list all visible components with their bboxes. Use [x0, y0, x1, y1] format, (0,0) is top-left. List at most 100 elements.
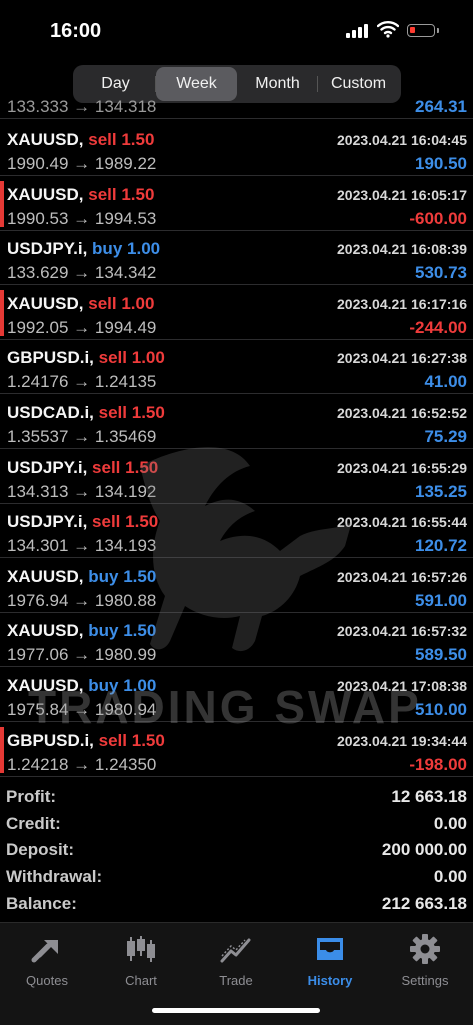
trade-profit: 75.29 — [424, 427, 467, 446]
arrow-right-icon: → — [68, 317, 95, 337]
trade-symbol: USDJPY.i, — [7, 457, 88, 477]
trade-prices: 1.24176 → 1.24135 — [7, 372, 156, 392]
trade-close-price: 134.342 — [94, 263, 157, 283]
table-row[interactable]: USDJPY.i, buy 1.00 133.629 → 134.342 2023.… — [0, 231, 473, 286]
trade-symbol-line: USDCAD.i, sell 1.50 — [7, 403, 165, 423]
loss-indicator-bar — [0, 726, 4, 773]
trade-prices: 1977.06 → 1980.99 — [7, 645, 156, 665]
trade-datetime: 2023.04.21 16:55:29 — [337, 459, 467, 476]
trade-symbol: USDJPY.i, — [7, 512, 88, 532]
table-row[interactable]: 133.333 → 134.318 264.31 — [0, 96, 473, 119]
trade-datetime: 2023.04.21 16:17:16 — [337, 295, 467, 312]
trade-side: sell — [92, 512, 121, 532]
table-row[interactable]: XAUUSD, sell 1.50 1990.53 → 1994.53 2023.0… — [0, 177, 473, 231]
trade-datetime: 2023.04.21 16:57:26 — [337, 568, 467, 585]
trade-profit: 510.00 — [415, 700, 467, 719]
trade-open-price: 134.301 — [7, 536, 69, 556]
summary-value: 12 663.18 — [391, 787, 467, 807]
table-row[interactable]: XAUUSD, buy 1.50 1976.94 → 1980.88 2023.04… — [0, 559, 473, 613]
trade-symbol-line: XAUUSD, sell 1.50 — [7, 185, 154, 205]
trade-volume: 1.00 — [127, 239, 161, 259]
trade-symbol: XAUUSD, — [7, 566, 84, 586]
table-row[interactable]: XAUUSD, buy 1.50 1977.06 → 1980.99 2023.04… — [0, 613, 473, 668]
trade-volume: 1.50 — [121, 184, 155, 204]
trade-symbol-line: USDJPY.i, buy 1.00 — [7, 239, 160, 259]
trade-close-price: 1.35469 — [94, 427, 157, 446]
trade-profit: 589.50 — [415, 645, 467, 665]
trade-datetime: 2023.04.21 16:27:38 — [337, 350, 467, 367]
trade-close-price: 1.24350 — [94, 754, 157, 774]
table-row[interactable]: GBPUSD.i, sell 1.00 1.24176 → 1.24135 2023… — [0, 340, 473, 395]
trade-profit: 190.50 — [415, 154, 467, 173]
trade-datetime: 2023.04.21 17:08:38 — [337, 678, 467, 694]
trade-open-price: 1977.06 — [7, 645, 69, 665]
gear-icon — [410, 934, 440, 964]
trade-side: sell — [88, 184, 117, 204]
trade-symbol-line: USDJPY.i, sell 1.50 — [7, 512, 158, 532]
tab-settings[interactable]: Settings — [378, 931, 472, 988]
trade-symbol: USDCAD.i, — [7, 403, 94, 422]
status-bar: 16:00 — [0, 0, 473, 62]
trade-prices: 1990.53 → 1994.53 — [7, 209, 156, 229]
arrow-right-icon: → — [68, 645, 95, 665]
trade-symbol: XAUUSD, — [7, 621, 84, 641]
trade-side: sell — [98, 730, 127, 750]
trade-symbol-line: XAUUSD, sell 1.50 — [7, 130, 154, 150]
loss-indicator-bar — [0, 180, 4, 227]
trade-side: sell — [88, 130, 117, 149]
table-row[interactable]: XAUUSD, sell 1.50 1990.49 → 1989.22 2023.0… — [0, 122, 473, 176]
trade-profit: 41.00 — [424, 372, 467, 392]
trade-datetime: 2023.04.21 19:34:44 — [337, 732, 467, 749]
trade-prices: 133.629 → 134.342 — [7, 263, 156, 283]
trade-side: sell — [88, 293, 117, 313]
arrow-right-icon: → — [68, 427, 95, 446]
trade-open-price: 1975.84 — [7, 700, 69, 719]
summary-label: Balance: — [6, 893, 77, 913]
trade-profit: 591.00 — [415, 590, 467, 610]
trade-symbol-line: XAUUSD, sell 1.00 — [7, 294, 154, 314]
trade-symbol-line: XAUUSD, buy 1.50 — [7, 567, 156, 587]
trade-close-price: 1994.49 — [94, 317, 157, 337]
trade-symbol: XAUUSD, — [7, 293, 84, 313]
loss-indicator-bar — [0, 289, 4, 336]
summary-value: 200 000.00 — [381, 840, 467, 860]
trade-volume: 1.00 — [121, 293, 155, 313]
tab-quotes[interactable]: Quotes — [0, 931, 94, 988]
tab-chart[interactable]: Chart — [94, 931, 188, 988]
summary-balance-row: Balance: 212 663.18 — [0, 890, 473, 917]
trade-open-price: 1992.05 — [7, 317, 69, 337]
trade-volume: 1.00 — [123, 676, 157, 695]
trade-prices: 134.301 → 134.193 — [7, 536, 156, 556]
trade-prices: 134.313 → 134.192 — [7, 482, 156, 502]
summary-value: 0.00 — [433, 813, 467, 833]
trade-symbol-line: GBPUSD.i, sell 1.50 — [7, 731, 165, 751]
trade-profit: -244.00 — [409, 317, 467, 337]
trade-volume: 1.00 — [131, 348, 165, 368]
table-row[interactable]: GBPUSD.i, sell 1.50 1.24218 → 1.24350 2023… — [0, 723, 473, 777]
tab-trade[interactable]: Trade — [189, 931, 283, 988]
battery-icon — [407, 24, 439, 37]
trade-open-price: 1976.94 — [7, 590, 69, 610]
table-row[interactable]: USDJPY.i, sell 1.50 134.301 → 134.193 2023… — [0, 504, 473, 559]
arrow-right-icon: → — [68, 263, 95, 283]
trade-symbol-line: USDJPY.i, sell 1.50 — [7, 458, 158, 478]
trade-close-price: 1980.88 — [94, 590, 157, 610]
table-row[interactable]: USDCAD.i, sell 1.50 1.35537 → 1.35469 2023… — [0, 395, 473, 449]
trade-volume: 1.50 — [123, 621, 157, 641]
trade-profit: -600.00 — [409, 208, 467, 228]
tab-label: Chart — [125, 973, 157, 988]
trade-close-price: 1994.53 — [94, 208, 157, 228]
tab-label: Quotes — [26, 973, 68, 988]
trade-symbol-line: XAUUSD, buy 1.50 — [7, 621, 156, 641]
home-indicator — [152, 1008, 320, 1013]
trade-symbol-line: GBPUSD.i, sell 1.00 — [7, 348, 165, 368]
trade-profit: 135.25 — [415, 481, 467, 501]
table-row[interactable]: XAUUSD, buy 1.00 1975.84 → 1980.94 2023.04… — [0, 668, 473, 722]
summary-credit-row: Credit: 0.00 — [0, 811, 473, 838]
table-row[interactable]: USDJPY.i, sell 1.50 134.313 → 134.192 2023… — [0, 450, 473, 504]
trade-side: sell — [98, 403, 127, 422]
tab-history[interactable]: History — [283, 931, 377, 988]
trade-volume: 1.50 — [131, 730, 165, 750]
trade-side: buy — [88, 621, 119, 641]
table-row[interactable]: XAUUSD, sell 1.00 1992.05 → 1994.49 2023.0… — [0, 286, 473, 340]
